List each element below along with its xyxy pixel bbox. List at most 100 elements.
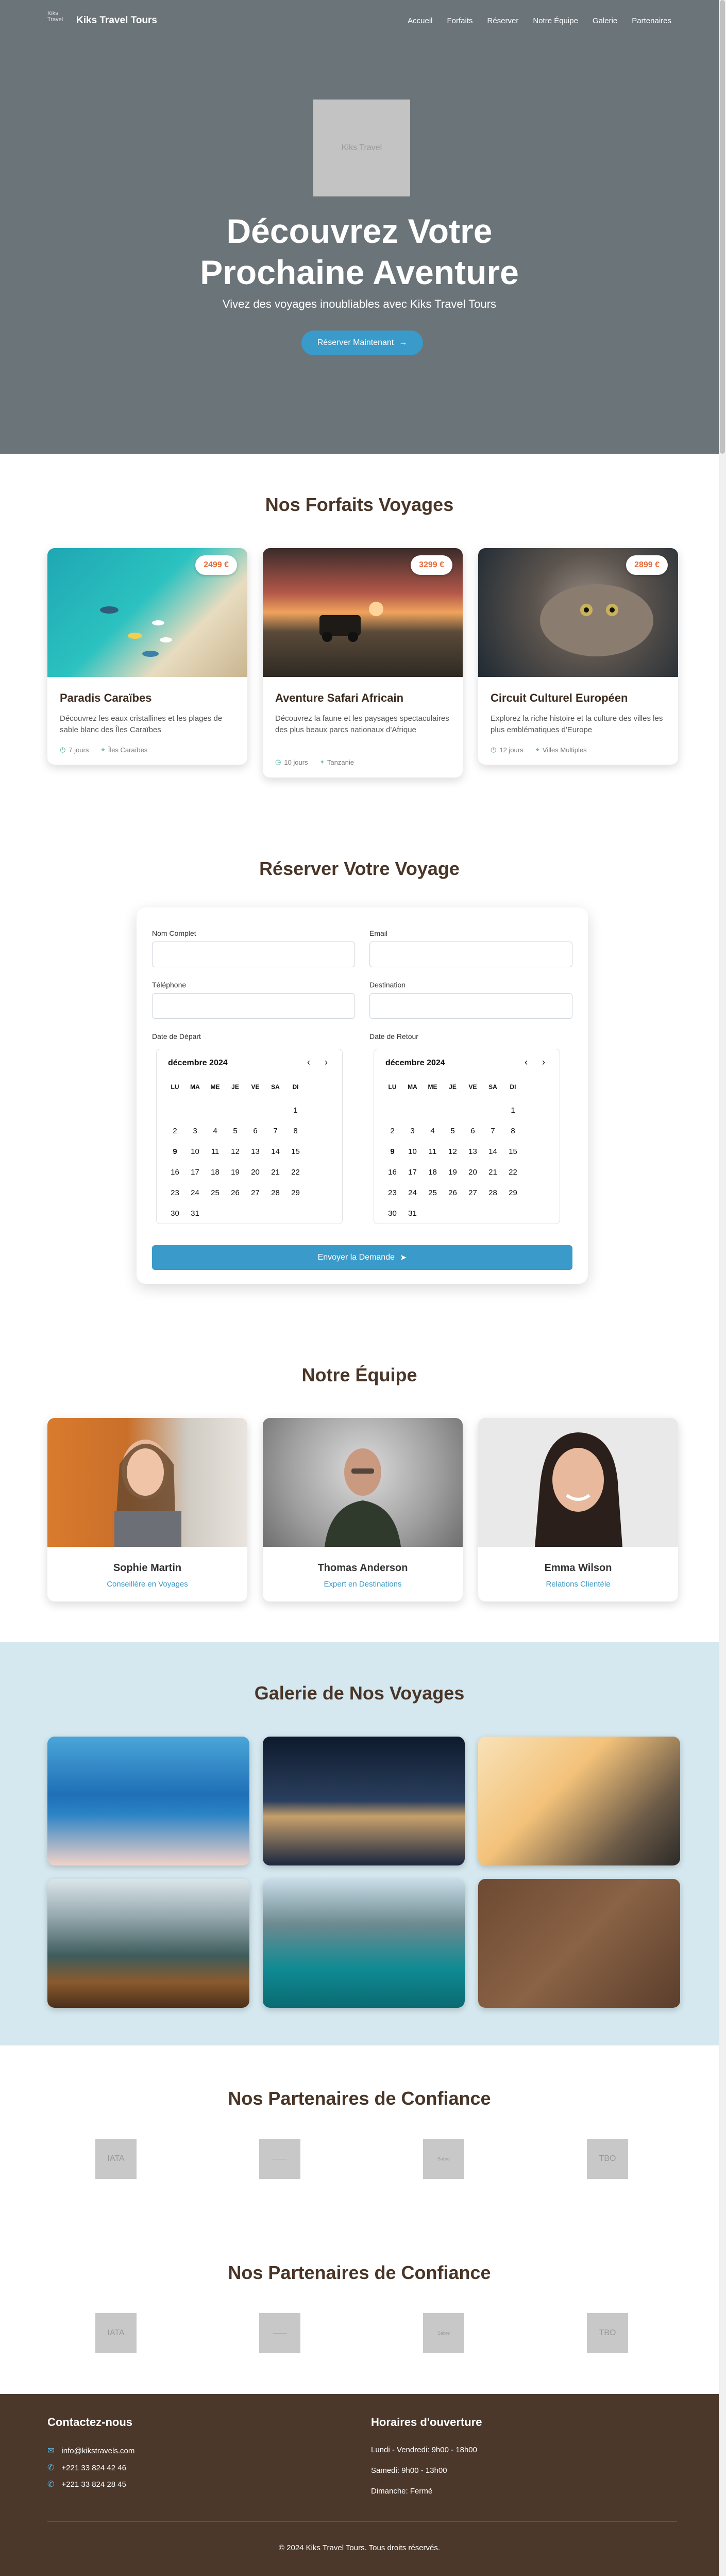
calendar-day[interactable]: 11: [423, 1147, 443, 1156]
calendar-day[interactable]: 19: [443, 1168, 463, 1177]
calendar-day[interactable]: 22: [285, 1168, 306, 1177]
calendar-day[interactable]: 7: [483, 1127, 503, 1135]
gallery-image-mountain-boat[interactable]: [47, 1879, 249, 2008]
contact-phone-1[interactable]: ✆ +221 33 824 42 46: [47, 2463, 126, 2473]
calendar-day[interactable]: 24: [402, 1188, 423, 1197]
chevron-right-icon[interactable]: ›: [542, 1057, 545, 1068]
nav-link-accueil[interactable]: Accueil: [408, 16, 432, 25]
calendar-day[interactable]: 11: [205, 1147, 225, 1156]
calendar-day[interactable]: 17: [185, 1168, 205, 1177]
calendar-day[interactable]: 1: [503, 1106, 523, 1115]
calendar-day[interactable]: 9: [382, 1147, 402, 1156]
calendar-day[interactable]: 30: [165, 1209, 185, 1218]
calendar-day[interactable]: 31: [402, 1209, 423, 1218]
calendar-day[interactable]: 10: [402, 1147, 423, 1156]
calendar-day[interactable]: 5: [225, 1127, 245, 1135]
package-card[interactable]: 2899 € Circuit Culturel Européen Explore…: [478, 548, 678, 765]
calendar-day[interactable]: 13: [245, 1147, 265, 1156]
chevron-left-icon[interactable]: ‹: [525, 1057, 528, 1068]
contact-phone-2[interactable]: ✆ +221 33 824 28 45: [47, 2479, 126, 2489]
calendar-day[interactable]: 3: [402, 1127, 423, 1135]
partner-logo-sabre[interactable]: Sabre: [423, 2139, 464, 2179]
phone-field[interactable]: [152, 993, 355, 1019]
calendar-day[interactable]: 8: [285, 1127, 306, 1135]
nav-link-partenaires[interactable]: Partenaires: [632, 16, 671, 25]
calendar-day[interactable]: 23: [382, 1188, 402, 1197]
calendar-day[interactable]: 31: [185, 1209, 205, 1218]
calendar-day[interactable]: 18: [205, 1168, 225, 1177]
submit-button[interactable]: Envoyer la Demande ➤: [152, 1245, 572, 1270]
calendar-day[interactable]: 9: [165, 1147, 185, 1156]
calendar-day[interactable]: 4: [205, 1127, 225, 1135]
calendar-day[interactable]: 15: [285, 1147, 306, 1156]
chevron-right-icon[interactable]: ›: [325, 1057, 328, 1068]
calendar-day[interactable]: 12: [443, 1147, 463, 1156]
calendar-day[interactable]: 25: [205, 1188, 225, 1197]
nav-link-equipe[interactable]: Notre Équipe: [533, 16, 578, 25]
calendar-day[interactable]: 30: [382, 1209, 402, 1218]
partner-logo-iata[interactable]: IATA: [95, 2313, 137, 2353]
calendar-day[interactable]: 21: [265, 1168, 285, 1177]
calendar-day[interactable]: 29: [285, 1188, 306, 1197]
package-card[interactable]: 2499 € Paradis Caraïbes Découvrez les ea…: [47, 548, 247, 765]
name-field[interactable]: [152, 942, 355, 967]
calendar-day[interactable]: 27: [245, 1188, 265, 1197]
calendar-day[interactable]: 20: [245, 1168, 265, 1177]
calendar-day[interactable]: 3: [185, 1127, 205, 1135]
gallery-image-coast[interactable]: [47, 1737, 249, 1865]
calendar-day[interactable]: 2: [382, 1127, 402, 1135]
nav-link-galerie[interactable]: Galerie: [593, 16, 617, 25]
calendar-day[interactable]: 14: [483, 1147, 503, 1156]
calendar-day[interactable]: 28: [483, 1188, 503, 1197]
contact-email[interactable]: ✉ info@kikstravels.com: [47, 2446, 134, 2456]
destination-field[interactable]: [369, 993, 572, 1019]
email-field[interactable]: [369, 942, 572, 967]
calendar-day[interactable]: 10: [185, 1147, 205, 1156]
gallery-image-night-lake[interactable]: [263, 1737, 465, 1865]
scrollbar[interactable]: [719, 0, 726, 2576]
calendar-day[interactable]: 8: [503, 1127, 523, 1135]
calendar-day[interactable]: 2: [165, 1127, 185, 1135]
calendar-day[interactable]: 24: [185, 1188, 205, 1197]
book-now-button[interactable]: Réserver Maintenant →: [301, 331, 423, 355]
calendar-day[interactable]: 4: [423, 1127, 443, 1135]
calendar-day[interactable]: 12: [225, 1147, 245, 1156]
chevron-left-icon[interactable]: ‹: [307, 1057, 310, 1068]
scrollbar-thumb[interactable]: [720, 0, 725, 454]
calendar-day[interactable]: 7: [265, 1127, 285, 1135]
calendar-day[interactable]: 25: [423, 1188, 443, 1197]
calendar-day[interactable]: 17: [402, 1168, 423, 1177]
calendar-day[interactable]: 15: [503, 1147, 523, 1156]
calendar-day[interactable]: 21: [483, 1168, 503, 1177]
gallery-image-airport[interactable]: [478, 1737, 680, 1865]
gallery-image-travel-items[interactable]: [478, 1879, 680, 2008]
package-card[interactable]: 3299 € Aventure Safari Africain Découvre…: [263, 548, 463, 778]
calendar-day[interactable]: 16: [382, 1168, 402, 1177]
calendar-day[interactable]: 28: [265, 1188, 285, 1197]
partner-logo-2[interactable]: ———: [259, 2313, 300, 2353]
gallery-image-lake[interactable]: [263, 1879, 465, 2008]
calendar-day[interactable]: 6: [463, 1127, 483, 1135]
partner-logo-2[interactable]: ———: [259, 2139, 300, 2179]
calendar-day[interactable]: 1: [285, 1106, 306, 1115]
calendar-day[interactable]: 6: [245, 1127, 265, 1135]
calendar-day[interactable]: 18: [423, 1168, 443, 1177]
partner-logo-sabre[interactable]: Sabre: [423, 2313, 464, 2353]
calendar-day[interactable]: 26: [443, 1188, 463, 1197]
calendar-day[interactable]: 27: [463, 1188, 483, 1197]
nav-link-forfaits[interactable]: Forfaits: [447, 16, 472, 25]
nav-link-reserver[interactable]: Réserver: [487, 16, 519, 25]
calendar-day[interactable]: 13: [463, 1147, 483, 1156]
calendar-day[interactable]: 26: [225, 1188, 245, 1197]
calendar-day[interactable]: 22: [503, 1168, 523, 1177]
brand[interactable]: Kiks Travel Kiks Travel Tours: [47, 10, 157, 31]
partner-logo-tbo[interactable]: TBO: [587, 2139, 628, 2179]
calendar-day[interactable]: 5: [443, 1127, 463, 1135]
calendar-day[interactable]: 23: [165, 1188, 185, 1197]
calendar-day[interactable]: 20: [463, 1168, 483, 1177]
partner-logo-tbo[interactable]: TBO: [587, 2313, 628, 2353]
calendar-day[interactable]: 16: [165, 1168, 185, 1177]
calendar-day[interactable]: 14: [265, 1147, 285, 1156]
calendar-day[interactable]: 19: [225, 1168, 245, 1177]
calendar-day[interactable]: 29: [503, 1188, 523, 1197]
